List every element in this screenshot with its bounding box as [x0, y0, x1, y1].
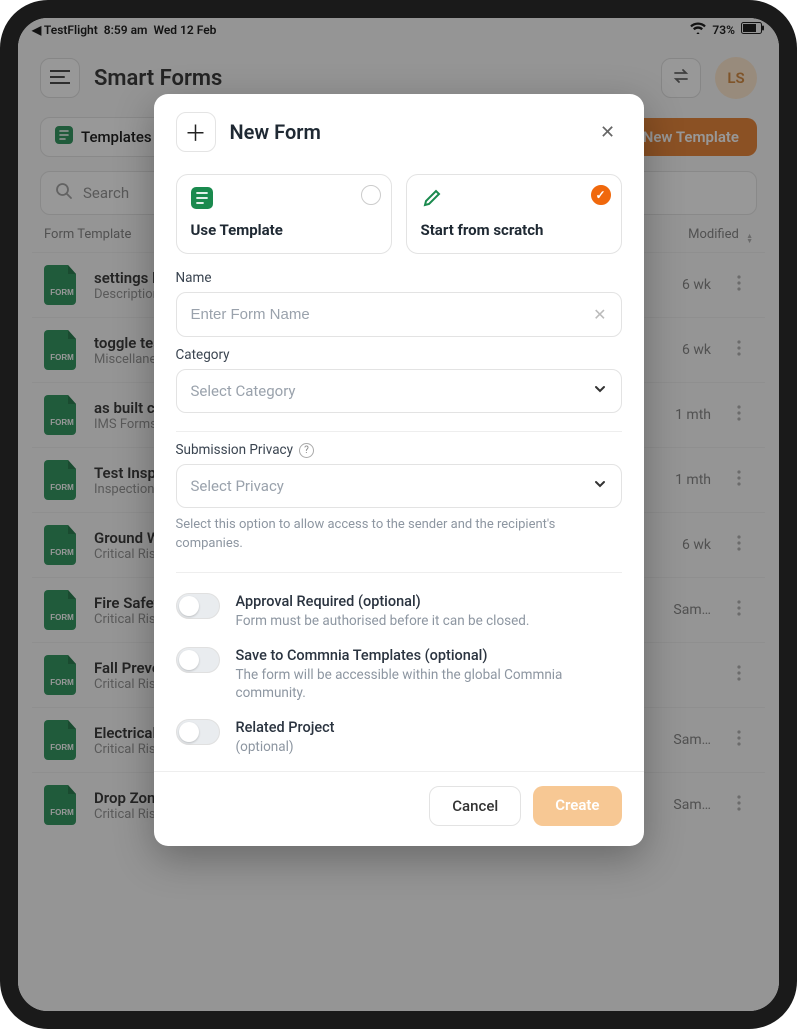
toggle-desc: The form will be accessible within the g… — [236, 666, 622, 704]
privacy-label: Submission Privacy ? — [176, 442, 622, 458]
close-button[interactable]: ✕ — [594, 118, 622, 146]
help-icon[interactable]: ? — [299, 443, 314, 458]
toggle-row: Related Project (optional) — [176, 709, 622, 763]
radio-unchecked-icon — [361, 185, 381, 205]
toggle-title: Related Project — [236, 719, 335, 736]
close-icon: ✕ — [600, 122, 615, 143]
privacy-placeholder: Select Privacy — [191, 477, 284, 495]
chevron-down-icon — [593, 477, 607, 495]
category-label: Category — [176, 347, 622, 363]
new-form-modal: ＋ New Form ✕ Use Template — [154, 94, 644, 846]
toggle-desc: (optional) — [236, 738, 335, 757]
plus-icon: ＋ — [176, 112, 216, 152]
cancel-button[interactable]: Cancel — [429, 786, 521, 826]
chevron-down-icon — [593, 382, 607, 400]
name-input[interactable]: ✕ — [176, 292, 622, 337]
option-start-from-scratch[interactable]: Start from scratch — [406, 174, 622, 254]
clear-icon: ✕ — [593, 305, 606, 324]
option-scratch-label: Start from scratch — [421, 221, 607, 239]
option-use-template[interactable]: Use Template — [176, 174, 392, 254]
toggle-row: Approval Required (optional) Form must b… — [176, 583, 622, 637]
privacy-select[interactable]: Select Privacy — [176, 464, 622, 508]
toggle-desc: Form must be authorised before it can be… — [236, 612, 530, 631]
option-template-label: Use Template — [191, 221, 377, 239]
toggle-switch[interactable] — [176, 593, 220, 619]
category-placeholder: Select Category — [191, 382, 296, 400]
pencil-icon — [421, 187, 607, 213]
name-label: Name — [176, 270, 622, 286]
clear-name-button[interactable]: ✕ — [593, 305, 606, 324]
create-button[interactable]: Create — [533, 786, 621, 826]
divider — [176, 431, 622, 432]
template-icon — [191, 187, 377, 213]
name-input-field[interactable] — [191, 306, 594, 323]
toggle-switch[interactable] — [176, 647, 220, 673]
toggle-title: Save to Commnia Templates (optional) — [236, 647, 622, 664]
radio-checked-icon — [591, 185, 611, 205]
privacy-help-text: Select this option to allow access to th… — [176, 516, 622, 554]
toggle-row: Save to Commnia Templates (optional) The… — [176, 637, 622, 710]
toggle-switch[interactable] — [176, 719, 220, 745]
divider — [176, 572, 622, 573]
modal-title: New Form — [230, 120, 580, 144]
toggle-title: Approval Required (optional) — [236, 593, 530, 610]
category-select[interactable]: Select Category — [176, 369, 622, 413]
